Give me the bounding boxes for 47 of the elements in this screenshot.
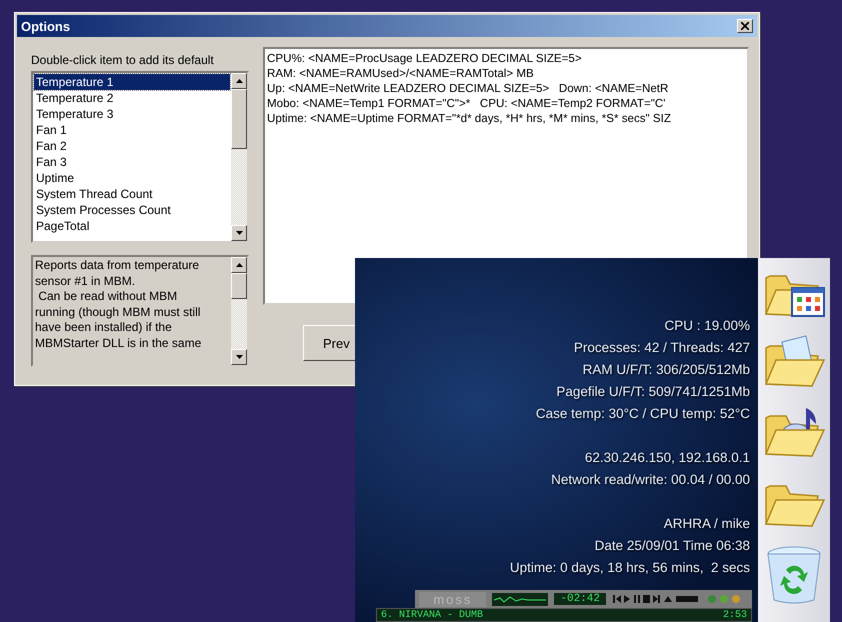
list-label: Double-click item to add its default <box>31 53 215 67</box>
monitor-reading: Case temp: 30°C / CPU temp: 52°C <box>536 405 750 423</box>
window-title: Options <box>21 18 70 34</box>
template-line: CPU%: <NAME=ProcUsage LEADZERO DECIMAL SIZE=5> <box>267 51 583 66</box>
scrollbar[interactable] <box>231 73 247 241</box>
list-item[interactable]: PageTotal <box>34 218 230 234</box>
monitor-reading: ARHRA / mike <box>664 515 750 533</box>
monitor-reading: Date 25/09/01 Time 06:38 <box>594 537 750 555</box>
scroll-up-button[interactable] <box>231 257 247 273</box>
playback-time: -02:42 <box>554 593 606 605</box>
scroll-thumb[interactable] <box>231 89 247 149</box>
down-arrow-icon <box>236 231 242 235</box>
monitor-reading: Uptime: 0 days, 18 hrs, 56 mins, 2 secs <box>510 559 750 577</box>
list-item[interactable]: System Processes Count <box>34 202 230 218</box>
template-line: RAM: <NAME=RAMUsed>/<NAME=RAMTotal> MB <box>267 66 535 81</box>
list-item[interactable]: Temperature 2 <box>34 90 230 106</box>
scroll-up-button[interactable] <box>231 73 247 89</box>
template-line: Mobo: <NAME=Temp1 FORMAT="C">* CPU: <NAME=Temp2 FORMAT="C' <box>267 96 666 111</box>
description-text: Reports data from temperature sensor #1 in MBM. Can be read without MBM running (though MBM must still have been installed) if the MBMStarter DLL is in the same <box>34 257 202 352</box>
list-item[interactable]: Temperature 3 <box>34 106 230 122</box>
monitor-reading: 62.30.246.150, 192.168.0.1 <box>584 449 750 467</box>
monitor-reading: Processes: 42 / Threads: 427 <box>574 339 750 357</box>
close-button[interactable] <box>737 19 753 33</box>
track-title: 6. NIRVANA - DUMB <box>381 609 484 621</box>
track-length: 2:53 <box>722 609 747 621</box>
monitor-reading: CPU : 19.00% <box>664 317 750 335</box>
monitor-reading: RAM U/F/T: 306/205/512Mb <box>582 361 750 379</box>
list-item[interactable]: Temperature 1 <box>34 74 230 90</box>
scroll-thumb[interactable] <box>231 273 247 299</box>
down-arrow-icon <box>236 355 242 359</box>
list-item[interactable]: Fan 1 <box>34 122 230 138</box>
up-arrow-icon <box>236 79 242 83</box>
preview-button[interactable]: Prev <box>303 325 355 361</box>
list-item[interactable]: Uptime <box>34 170 230 186</box>
monitor-reading: Pagefile U/F/T: 509/741/1251Mb <box>556 383 750 401</box>
list-item[interactable]: Fan 3 <box>34 154 230 170</box>
template-line: Uptime: <NAME=Uptime FORMAT="*d* days, *H* hrs, *M* mins, *S* secs" SIZ <box>267 111 672 126</box>
scroll-down-button[interactable] <box>231 225 247 241</box>
scroll-down-button[interactable] <box>231 349 247 365</box>
playlist-track[interactable]: 6. NIRVANA - DUMB 2:53 <box>376 608 752 622</box>
monitor-reading: Network read/write: 00.04 / 00.00 <box>551 471 750 489</box>
up-arrow-icon <box>236 263 242 267</box>
list-item[interactable]: System Thread Count <box>34 186 230 202</box>
list-item[interactable]: Fan 2 <box>34 138 230 154</box>
close-icon <box>741 22 749 30</box>
template-line: Up: <NAME=NetWrite LEADZERO DECIMAL SIZE=5> Down: <NAME=NetR <box>267 81 670 96</box>
scrollbar[interactable] <box>231 257 247 365</box>
